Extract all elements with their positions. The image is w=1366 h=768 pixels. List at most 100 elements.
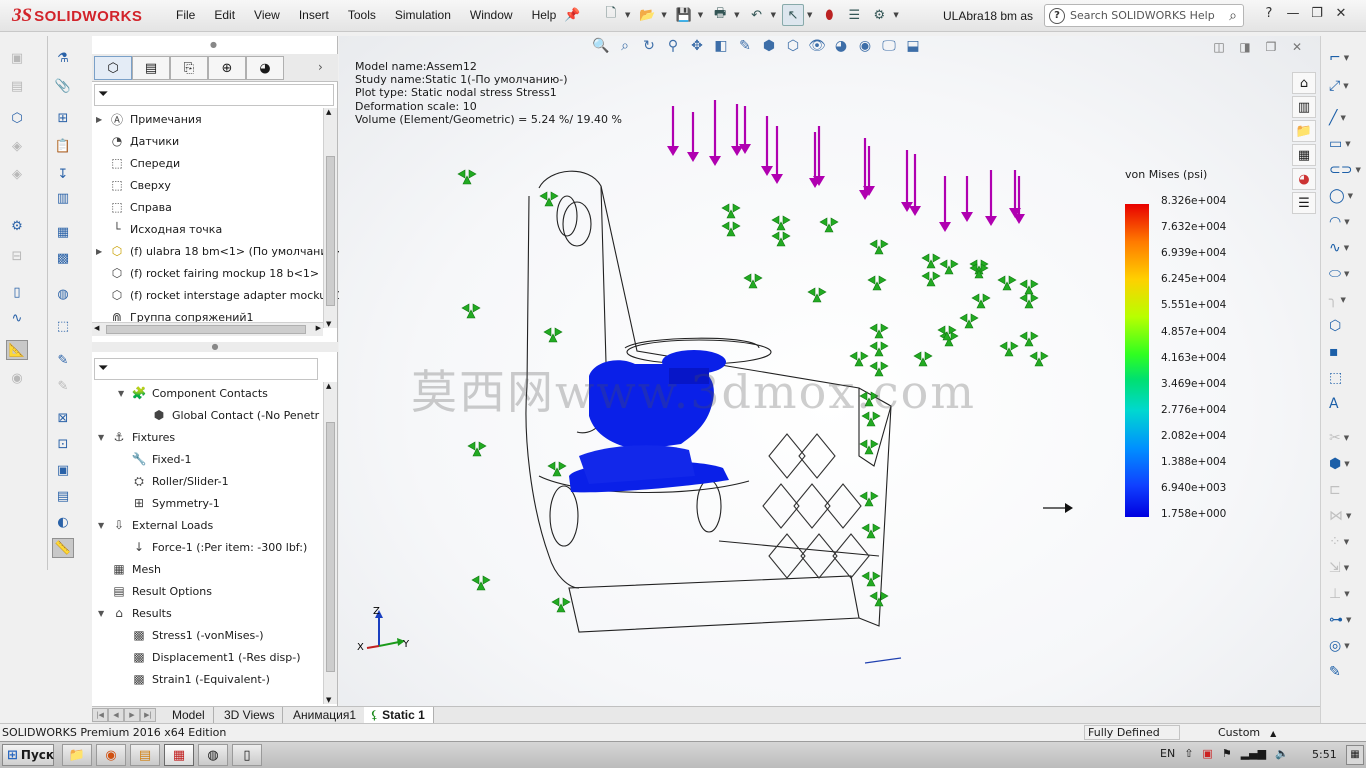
scroll-left-icon[interactable]: ◀ xyxy=(94,324,99,332)
scroll-right-icon[interactable]: ▶ xyxy=(316,324,321,332)
sim-tree-item-force-1[interactable]: ↓ Force-1 (:Per item: -300 lbf:) xyxy=(118,536,307,558)
mesh-icon[interactable]: ▦ xyxy=(52,222,74,242)
plot-results-icon[interactable]: ▩ xyxy=(52,248,74,268)
measure-active-icon[interactable]: 📐 xyxy=(6,340,28,360)
options-gear-icon[interactable]: ⚙ xyxy=(868,4,890,26)
save-icon[interactable]: 💾 xyxy=(673,4,695,26)
first-tab-icon[interactable]: |◀ xyxy=(92,708,108,722)
spline-icon[interactable]: ∿ ▼ xyxy=(1329,238,1357,258)
unit-system-dropdown[interactable]: Custom ▲ xyxy=(1218,726,1276,739)
tray-app-icon[interactable]: ▣ xyxy=(1202,747,1212,760)
tab-3d-views[interactable]: 3D Views xyxy=(216,707,284,724)
feature-tree-filter[interactable]: ⏷ xyxy=(94,84,334,106)
volume-icon[interactable]: 🔈 xyxy=(1275,747,1289,760)
construction-geometry-icon[interactable]: ⬚ xyxy=(1329,368,1357,388)
tab-static-study[interactable]: ⚸ Static 1 xyxy=(364,707,434,724)
tab-configuration-manager[interactable]: ⎘ xyxy=(170,56,208,80)
print-icon[interactable]: 🖶 xyxy=(709,4,731,26)
panel-grip-icon[interactable]: ● xyxy=(210,40,217,49)
tree-item-top-plane[interactable]: ⬚ Сверху xyxy=(96,174,171,196)
slot-icon[interactable]: ⊂⊃ ▼ xyxy=(1329,160,1361,180)
menu-file[interactable]: File xyxy=(176,8,195,22)
flag-icon[interactable]: ⚑ xyxy=(1222,747,1232,760)
tree-item-right-plane[interactable]: ⬚ Справа xyxy=(96,196,172,218)
tray-expand-icon[interactable]: ⇧ xyxy=(1184,747,1193,760)
tab-dimxpert-manager[interactable]: ⊕ xyxy=(208,56,246,80)
sim-tree-item-external-loads[interactable]: ▼ ⇩ External Loads xyxy=(98,514,213,536)
solidworks-taskbar-icon[interactable]: ▦ xyxy=(164,744,194,766)
graphics-area[interactable]: 🔍 ⌕ ↻ ⚲ ✥ ◧ ✎ ⬢ ⬡ 👁 ◕ ◉ 🖵 ⬓ ◫ ◨ ❐ ✕ Mode… xyxy=(339,36,1320,706)
sim-tree-item-results[interactable]: ▼ ⌂ Results xyxy=(98,602,172,624)
paint-taskbar-icon[interactable]: ◍ xyxy=(198,744,228,766)
sim-tree-item-mesh[interactable]: ▦ Mesh xyxy=(98,558,161,580)
rebuild-traffic-light-icon[interactable]: ⬮ xyxy=(818,4,840,26)
menu-tools[interactable]: Tools xyxy=(348,8,376,22)
compare-results-icon[interactable]: ▯ xyxy=(6,282,28,302)
print-dropdown-icon[interactable]: ▼ xyxy=(734,11,739,19)
shell-manager-icon[interactable]: ▥ xyxy=(52,188,74,208)
probe-icon[interactable]: ✎ xyxy=(52,350,74,370)
arc-icon[interactable]: ◠ ▼ xyxy=(1329,212,1357,232)
convert-entities-icon[interactable]: ⬢ ▼ xyxy=(1329,454,1357,474)
measure-tool-icon[interactable]: 📏 xyxy=(52,538,74,558)
scroll-down-icon[interactable]: ▼ xyxy=(326,320,331,328)
view-palette-icon[interactable]: ▦ xyxy=(1292,144,1316,166)
menu-edit[interactable]: Edit xyxy=(214,8,235,22)
menu-simulation[interactable]: Simulation xyxy=(395,8,451,22)
undo-dropdown-icon[interactable]: ▼ xyxy=(771,11,776,19)
menu-view[interactable]: View xyxy=(254,8,280,22)
reference-triad[interactable]: Z Y X xyxy=(353,606,413,656)
tool-c-icon[interactable]: ▣ xyxy=(52,460,74,480)
notepad-taskbar-icon[interactable]: ▯ xyxy=(232,744,262,766)
sim-tree-item-stress1[interactable]: ▩ Stress1 (-vonMises-) xyxy=(118,624,263,646)
sim-tree-item-roller-slider-1[interactable]: ⛭ Roller/Slider-1 xyxy=(118,470,228,492)
expand-arrow-icon[interactable]: ▼ xyxy=(118,389,130,398)
tree-item-part-ulabra[interactable]: ▶ ⬡ (f) ulabra 18 bm<1> (По умолчанию< xyxy=(96,240,346,262)
smart-dimension-icon[interactable]: ⤢ ▼ xyxy=(1329,76,1357,96)
tool-a-icon[interactable]: ⊠ xyxy=(52,408,74,428)
scroll-thumb[interactable] xyxy=(326,422,335,672)
sim-tree-item-symmetry-1[interactable]: ⊞ Symmetry-1 xyxy=(118,492,220,514)
study-tree-vscroll[interactable]: ▲ ▼ xyxy=(323,382,337,704)
clock[interactable]: 5:51 xyxy=(1312,748,1337,761)
tree-item-part-interstage[interactable]: ⬡ (f) rocket interstage adapter mockup 1 xyxy=(96,284,344,306)
part-view-icon[interactable]: ⬡ xyxy=(6,108,28,128)
explorer-taskbar-icon[interactable]: 📁 xyxy=(62,744,92,766)
scroll-thumb[interactable] xyxy=(326,156,335,306)
scroll-up-icon[interactable]: ▲ xyxy=(326,108,331,116)
solidworks-logo[interactable]: 3S SOLIDWORKS xyxy=(12,4,142,28)
text-icon[interactable]: A xyxy=(1329,394,1357,414)
home-icon[interactable]: ⌂ xyxy=(1292,72,1316,94)
tree-item-origin[interactable]: └ Исходная точка xyxy=(96,218,222,240)
search-icon[interactable]: ⌕ xyxy=(1229,8,1237,24)
search-input[interactable]: Search SOLIDWORKS Help xyxy=(1070,9,1215,22)
ellipse-icon[interactable]: ⬭ ▼ xyxy=(1329,264,1357,284)
new-study-icon[interactable]: ⚗ xyxy=(52,48,74,68)
run-study-icon[interactable]: ⚙ xyxy=(6,216,28,236)
network-signal-icon[interactable]: ▂▄▆ xyxy=(1241,747,1266,760)
search-help-box[interactable]: ? Search SOLIDWORKS Help ⌕ xyxy=(1044,4,1244,27)
tab-feature-manager[interactable]: ⬡ xyxy=(94,56,132,80)
sim-tree-item-result-options[interactable]: ▤ Result Options xyxy=(98,580,212,602)
connections-icon[interactable]: ⊞ xyxy=(52,108,74,128)
expand-arrow-icon[interactable]: ▼ xyxy=(98,609,110,618)
file-explorer-icon[interactable]: 📁 xyxy=(1292,120,1316,142)
appearances-icon[interactable]: ◕ xyxy=(1292,168,1316,190)
select-dropdown-icon[interactable]: ▼ xyxy=(807,11,812,19)
sim-tree-item-fixed-1[interactable]: 🔧 Fixed-1 xyxy=(118,448,192,470)
line-icon[interactable]: ╱ ▼ xyxy=(1329,108,1357,128)
pin-menu-icon[interactable]: 📌 xyxy=(564,8,580,23)
undo-icon[interactable]: ↶ xyxy=(746,4,768,26)
rectangle-icon[interactable]: ▭ ▼ xyxy=(1329,134,1357,154)
new-dropdown-icon[interactable]: ▼ xyxy=(625,11,630,19)
open-dropdown-icon[interactable]: ▼ xyxy=(661,11,666,19)
tab-model[interactable]: Model xyxy=(164,707,214,724)
design-insight-icon[interactable]: ∿ xyxy=(6,308,28,328)
deformed-result-icon[interactable]: ◍ xyxy=(52,284,74,304)
expand-arrow-icon[interactable]: ▼ xyxy=(98,521,110,530)
feature-tree-vscroll[interactable]: ▲ ▼ xyxy=(323,108,337,328)
start-button[interactable]: ⊞ Пуск xyxy=(2,744,54,766)
tree-item-part-fairing[interactable]: ⬡ (f) rocket fairing mockup 18 b<1> -> ( xyxy=(96,262,344,284)
custom-properties-icon[interactable]: ☰ xyxy=(1292,192,1316,214)
quick-snaps-icon[interactable]: ◎ ▼ xyxy=(1329,636,1357,656)
